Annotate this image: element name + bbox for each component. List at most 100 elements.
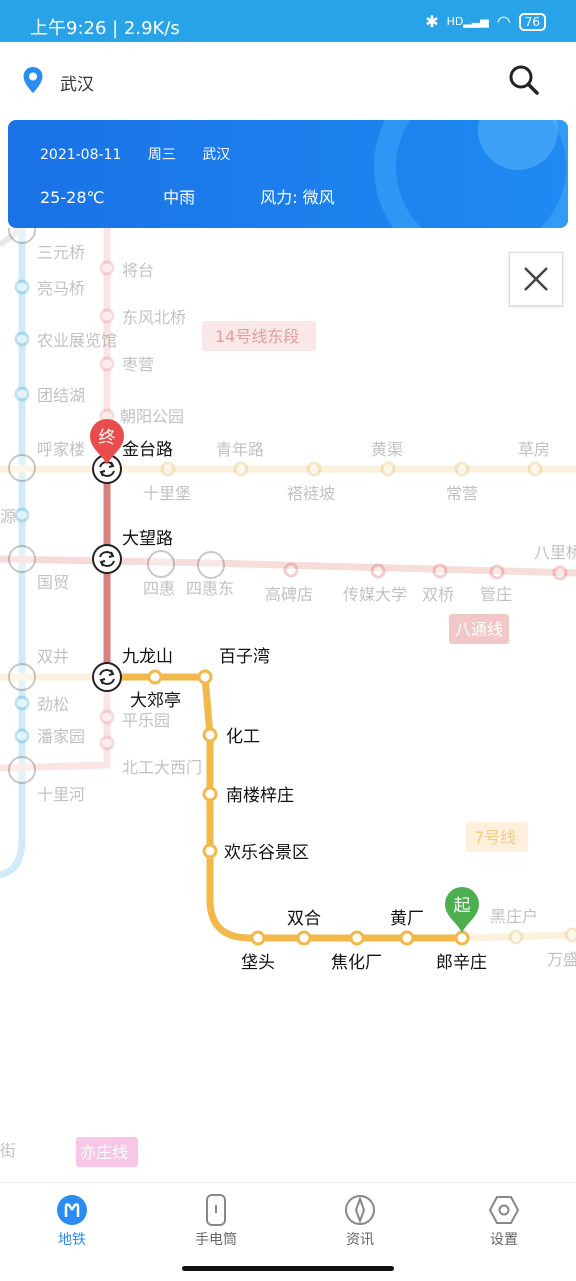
station-label: 高碑店: [265, 585, 313, 604]
weather-condition: 中雨: [163, 188, 196, 207]
station-dot: [197, 669, 213, 685]
station-label: 四惠东: [186, 579, 234, 598]
station-label-jiaohuachang: 焦化厂: [331, 953, 382, 973]
station-label: 四惠: [143, 579, 175, 598]
station-dot: [349, 930, 365, 946]
station-label: 亮马桥: [37, 279, 85, 298]
transfer-icon: [197, 551, 225, 579]
weather-info-row: 25-28℃ 中雨 风力: 微风: [40, 184, 335, 208]
transfer-icon: [8, 756, 36, 784]
end-marker: 终: [90, 419, 124, 465]
station-label: 青年路: [216, 440, 264, 459]
weather-city: 武汉: [202, 147, 231, 163]
line-label-batong: 八通线: [455, 620, 503, 639]
status-bar: 上午9:26 | 2.9K/s ✱ HD▂▃▅ ◠ 76: [0, 0, 576, 42]
line-label-line7: 7号线: [474, 828, 516, 847]
station-dot: [233, 461, 249, 477]
station-label-baiziwan: 百子湾: [219, 647, 270, 667]
station-label-huangchang: 黄厂: [390, 909, 424, 929]
station-dot: [14, 386, 30, 402]
station-label: 传媒大学: [343, 585, 407, 604]
station-label: 劲松: [37, 695, 69, 714]
end-marker-label: 终: [99, 428, 116, 448]
station-dot: [552, 565, 568, 581]
metro-icon: [57, 1195, 87, 1225]
status-icons: ✱ HD▂▃▅ ◠ 76: [425, 12, 546, 31]
station-label: 黑庄户: [490, 907, 538, 926]
station-label: 三元桥: [37, 243, 85, 262]
station-dot: [370, 563, 386, 579]
compass-icon: [345, 1195, 375, 1225]
weather-date: 2021-08-11: [40, 147, 122, 163]
location-city[interactable]: 武汉: [60, 70, 94, 95]
transfer-icon: [8, 454, 36, 482]
close-route-button[interactable]: [509, 252, 563, 306]
station-label: 十里河: [37, 785, 85, 804]
location-pin-icon[interactable]: [22, 66, 44, 94]
station-dot: [14, 507, 30, 523]
line-label-yizhuang: 亦庄线: [80, 1143, 128, 1162]
station-dot: [99, 308, 115, 324]
wifi-icon: ◠: [496, 12, 511, 31]
tab-settings[interactable]: 设置: [454, 1191, 554, 1249]
weather-date-row: 2021-08-11 周三 武汉: [40, 144, 252, 164]
station-dot: [296, 930, 312, 946]
station-label: 将台: [122, 261, 154, 280]
station-dot: [564, 927, 576, 943]
station-dot: [454, 461, 470, 477]
station-dot: [14, 279, 30, 295]
transfer-icon: [147, 550, 175, 578]
station-label-dajiaoting: 大郊亭: [130, 691, 181, 711]
station-label-jintailu: 金台路: [122, 440, 173, 460]
subway-map[interactable]: 三元桥 亮马桥 农业展览馆 团结湖 呼家楼 源 国贸 双井 劲松 潘家园 十里河…: [0, 228, 576, 1182]
transfer-icon: [92, 662, 122, 692]
transfer-icon: [8, 228, 36, 244]
station-dot: [202, 843, 218, 859]
tab-news[interactable]: 资讯: [310, 1191, 410, 1249]
tab-metro[interactable]: 地铁: [22, 1191, 122, 1249]
station-label: 朝阳公园: [120, 407, 184, 426]
flashlight-icon: [206, 1194, 226, 1226]
gear-icon: [488, 1196, 520, 1224]
station-dot: [306, 461, 322, 477]
search-icon[interactable]: [508, 64, 540, 96]
transfer-icon: [8, 545, 36, 573]
station-label-nanlouzizhuang: 南楼梓庄: [226, 786, 294, 806]
station-label: 源: [0, 507, 16, 526]
station-label: 管庄: [480, 585, 512, 604]
station-label: 平乐园: [122, 711, 170, 730]
start-marker: 起: [445, 887, 479, 933]
station-dot: [489, 564, 505, 580]
station-dot: [508, 929, 524, 945]
station-label-jiulongshan: 九龙山: [122, 647, 173, 667]
weather-weekday: 周三: [147, 147, 176, 163]
start-marker-label: 起: [454, 896, 471, 916]
station-label: 万盛: [547, 950, 576, 969]
station-dot: [160, 461, 176, 477]
station-label-huanlegu: 欢乐谷景区: [224, 843, 309, 863]
close-icon[interactable]: [523, 266, 549, 292]
station-label-dawanglu: 大望路: [122, 529, 173, 549]
station-dot: [99, 260, 115, 276]
tab-label: 设置: [490, 1232, 518, 1248]
station-dot: [202, 786, 218, 802]
transfer-icon: [8, 663, 36, 691]
station-label-huagong: 化工: [226, 727, 260, 747]
station-dot: [14, 728, 30, 744]
station-label: 潘家园: [37, 727, 85, 746]
station-dot: [14, 331, 30, 347]
station-label: 农业展览馆: [37, 331, 117, 350]
station-label: 十里堡: [143, 484, 191, 503]
station-dot: [202, 727, 218, 743]
location-bar: 武汉: [0, 42, 576, 118]
station-label: 团结湖: [37, 386, 85, 405]
tab-flashlight[interactable]: 手电筒: [166, 1191, 266, 1249]
station-dot: [147, 669, 163, 685]
tab-label: 手电筒: [195, 1232, 237, 1248]
station-label-shuanghe: 双合: [287, 909, 321, 929]
station-dot: [99, 709, 115, 725]
weather-card: 2021-08-11 周三 武汉 25-28℃ 中雨 风力: 微风: [8, 120, 568, 228]
home-indicator: [182, 1266, 394, 1271]
station-dot: [432, 563, 448, 579]
station-dot: [399, 930, 415, 946]
